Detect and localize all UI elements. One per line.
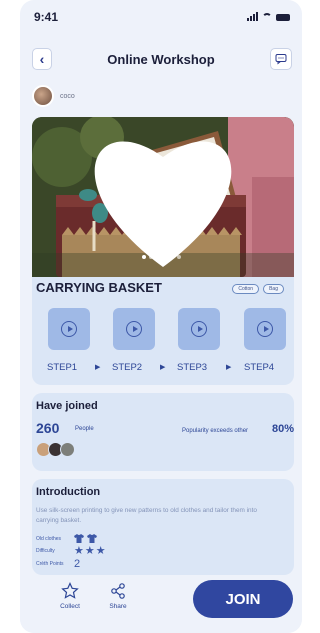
bottom-bar: Collect Share JOIN	[20, 580, 302, 633]
play-icon	[126, 321, 142, 337]
carousel-dot[interactable]	[156, 255, 160, 259]
avatar	[32, 85, 54, 107]
status-time: 9:41	[34, 10, 59, 24]
carousel-dot[interactable]	[177, 255, 181, 259]
play-icon	[257, 321, 273, 337]
product-photo[interactable]	[32, 117, 294, 277]
product-title: CARRYING BASKET	[36, 280, 162, 295]
participant-avatars[interactable]	[36, 442, 75, 457]
nav-bar: ‹ Online Workshop	[20, 44, 302, 76]
arrow-right-icon: ▶	[95, 364, 101, 371]
difficulty-row: Difficulty ★★★	[36, 545, 107, 557]
arrow-right-icon: ▶	[226, 364, 232, 371]
phone-screen: 9:41 ‹ Online Workshop coco CARRYING BAS…	[20, 0, 302, 633]
signal-icon	[247, 12, 258, 21]
row-label: Crèth Points	[36, 561, 64, 567]
shirt-icon	[74, 534, 97, 543]
author[interactable]: coco	[32, 85, 75, 107]
share-label: Share	[109, 603, 127, 610]
carousel-dot[interactable]	[142, 255, 146, 259]
step-3-video[interactable]	[178, 308, 220, 350]
battery-icon	[276, 14, 290, 21]
play-icon	[61, 321, 77, 337]
joined-count: 260	[36, 420, 60, 436]
row-label: Old clothes	[36, 535, 62, 542]
intro-title: Introduction	[36, 486, 101, 498]
arrow-right-icon: ▶	[160, 364, 166, 371]
step-list: STEP1 ▶ STEP2 ▶ STEP3 ▶ STEP4	[47, 308, 288, 378]
intro-description: Use silk-screen printing to give new pat…	[36, 507, 257, 524]
step-2-video[interactable]	[113, 308, 155, 350]
collect-label: Collect	[60, 603, 80, 610]
tag[interactable]: Cotton	[232, 284, 260, 294]
step-1-video[interactable]	[48, 308, 90, 350]
step-label: STEP4	[244, 362, 275, 373]
carousel-dot[interactable]	[149, 255, 153, 259]
tag-list: Cotton Bag	[232, 284, 284, 294]
page-title: Online Workshop	[107, 52, 215, 67]
status-icons	[247, 12, 290, 21]
avatar	[60, 442, 75, 457]
step-label: STEP2	[112, 362, 143, 373]
play-icon	[191, 321, 207, 337]
wifi-icon	[262, 13, 272, 21]
joined-unit: People	[75, 426, 94, 432]
old-clothes-row: Old clothes	[36, 534, 97, 543]
collect-button[interactable]: Collect	[50, 582, 90, 610]
message-button[interactable]	[270, 48, 292, 70]
carousel-dot[interactable]	[170, 255, 174, 259]
share-button[interactable]: Share	[98, 582, 138, 610]
joined-title: Have joined	[36, 400, 98, 412]
step-label: STEP1	[47, 362, 78, 373]
popularity-label: Popularity exceeds other	[182, 428, 249, 434]
tag[interactable]: Bag	[263, 284, 284, 294]
points-value: 2	[74, 558, 81, 570]
join-button[interactable]: JOIN	[193, 580, 293, 618]
chat-icon	[275, 54, 287, 65]
carousel-dot[interactable]	[163, 255, 167, 259]
heart-icon[interactable]	[32, 117, 294, 277]
author-name: coco	[60, 92, 75, 100]
step-4-video[interactable]	[244, 308, 286, 350]
share-icon	[111, 583, 125, 599]
points-row: Crèth Points 2	[36, 558, 80, 570]
carousel-dots	[142, 255, 181, 259]
status-bar: 9:41	[20, 0, 302, 30]
step-label: STEP3	[177, 362, 208, 373]
row-label: Difficulty	[36, 548, 55, 554]
popularity-value: 80%	[272, 423, 295, 435]
star-icon: ★★★	[74, 545, 107, 557]
star-outline-icon	[61, 582, 79, 599]
